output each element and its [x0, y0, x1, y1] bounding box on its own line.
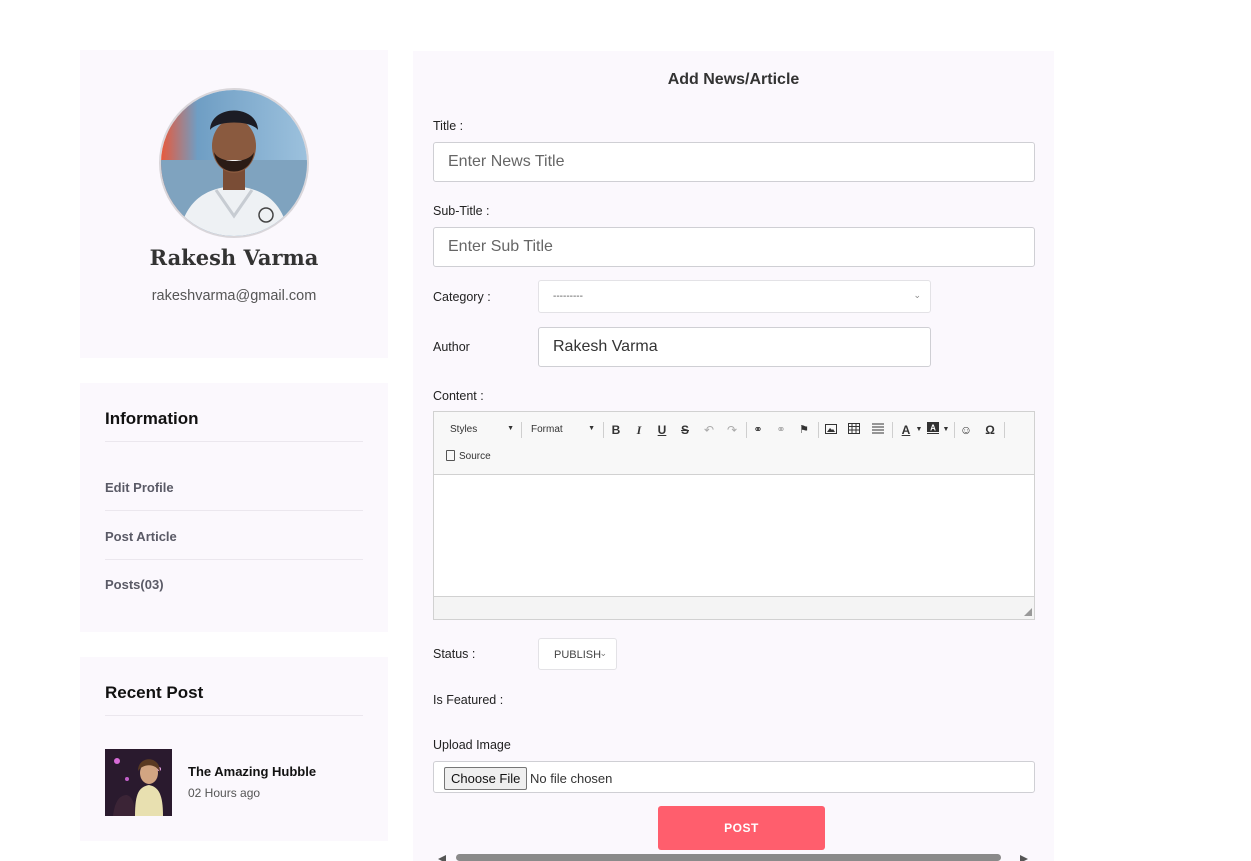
- scroll-left-icon[interactable]: [438, 855, 446, 861]
- avatar: [159, 88, 309, 238]
- category-value: ---------: [553, 291, 583, 302]
- status-select[interactable]: PUBLISH ⌄: [538, 638, 617, 670]
- chevron-down-icon: ⌄: [913, 290, 921, 300]
- scroll-right-icon[interactable]: [1020, 855, 1028, 861]
- source-button[interactable]: Source: [446, 450, 491, 466]
- strikethrough-icon[interactable]: S: [676, 421, 694, 439]
- editor-footer: [434, 596, 1034, 619]
- add-article-form: Add News/Article Title : Sub-Title : Cat…: [413, 51, 1054, 861]
- category-label: Category :: [433, 290, 491, 304]
- undo-icon[interactable]: ↶: [700, 421, 718, 439]
- unlink-icon[interactable]: ⚭: [772, 421, 790, 439]
- post-article-link[interactable]: Post Article: [105, 529, 177, 544]
- image-icon[interactable]: [822, 421, 840, 439]
- profile-email: rakeshvarma@gmail.com: [151, 288, 317, 304]
- anchor-flag-icon[interactable]: ⚑: [795, 421, 813, 439]
- resize-handle-icon[interactable]: [1024, 608, 1032, 616]
- underline-icon[interactable]: U: [653, 421, 671, 439]
- smiley-icon[interactable]: ☺: [957, 421, 975, 439]
- recent-post-heading: Recent Post: [105, 683, 204, 702]
- editor-toolbar: Styles ▼ Format ▼ B I U S ↶ ↷ ⚭ ⚭ ⚑ A ▼ …: [434, 412, 1034, 475]
- toolbar-separator: [892, 422, 893, 438]
- subtitle-input[interactable]: [433, 227, 1035, 267]
- status-label: Status :: [433, 647, 476, 661]
- bold-icon[interactable]: B: [607, 421, 625, 439]
- horizontal-scrollbar[interactable]: [456, 854, 1001, 861]
- dropdown-arrow-icon[interactable]: ▼: [937, 421, 955, 439]
- styles-label: Styles: [450, 424, 478, 435]
- redo-icon[interactable]: ↷: [723, 421, 741, 439]
- author-input[interactable]: Rakesh Varma: [538, 327, 931, 367]
- editor-content-area[interactable]: [434, 475, 1034, 597]
- table-icon[interactable]: [845, 421, 863, 439]
- posts-link[interactable]: Posts(03): [105, 577, 164, 592]
- toolbar-separator: [521, 422, 522, 438]
- information-heading: Information: [105, 409, 199, 428]
- divider: [105, 715, 363, 716]
- page: Rakesh Varma rakeshvarma@gmail.com Infor…: [0, 0, 1251, 861]
- styles-dropdown[interactable]: Styles ▼: [450, 421, 514, 439]
- profile-card: Rakesh Varma rakeshvarma@gmail.com: [80, 50, 388, 358]
- file-status: No file chosen: [530, 771, 613, 786]
- toolbar-separator: [954, 422, 955, 438]
- svg-text:A: A: [930, 424, 936, 433]
- recent-post-title[interactable]: The Amazing Hubble: [188, 764, 316, 779]
- avatar-image: [161, 90, 307, 236]
- title-label: Title :: [433, 119, 464, 133]
- choose-file-button[interactable]: Choose File: [444, 767, 528, 790]
- post-button[interactable]: POST: [658, 806, 825, 850]
- form-title: Add News/Article: [667, 71, 800, 88]
- divider: [105, 441, 363, 442]
- profile-name: Rakesh Varma: [149, 245, 319, 270]
- chevron-down-icon: ⌄: [599, 648, 607, 658]
- source-icon: [446, 450, 455, 461]
- upload-image-input: Choose File No file chosen: [433, 761, 1035, 793]
- subtitle-label: Sub-Title :: [433, 204, 490, 218]
- title-input[interactable]: [433, 142, 1035, 182]
- upload-image-label: Upload Image: [433, 738, 511, 752]
- special-character-icon[interactable]: Ω: [981, 421, 999, 439]
- format-dropdown[interactable]: Format ▼: [531, 421, 595, 439]
- featured-label: Is Featured :: [433, 693, 504, 707]
- dropdown-arrow-icon: ▼: [507, 425, 514, 432]
- toolbar-separator: [1004, 422, 1005, 438]
- status-value: PUBLISH: [554, 649, 602, 661]
- source-label: Source: [459, 451, 491, 462]
- link-icon[interactable]: ⚭: [749, 421, 767, 439]
- edit-profile-link[interactable]: Edit Profile: [105, 480, 174, 495]
- recent-post-time: 02 Hours ago: [188, 786, 261, 800]
- thumbnail-image: [105, 749, 172, 816]
- category-select[interactable]: --------- ⌄: [538, 280, 931, 313]
- information-card: Information Edit Profile Post Article Po…: [80, 383, 388, 632]
- content-label: Content :: [433, 389, 484, 403]
- toolbar-separator: [746, 422, 747, 438]
- rich-text-editor: Styles ▼ Format ▼ B I U S ↶ ↷ ⚭ ⚭ ⚑ A ▼ …: [433, 411, 1035, 620]
- author-label: Author: [433, 340, 470, 354]
- recent-post-thumbnail[interactable]: [105, 749, 172, 816]
- divider: [105, 559, 363, 560]
- recent-post-card: Recent Post The Amazing Hubble 02 Hours …: [80, 657, 388, 841]
- format-label: Format: [531, 424, 563, 435]
- italic-icon[interactable]: I: [630, 421, 648, 439]
- toolbar-separator: [818, 422, 819, 438]
- dropdown-arrow-icon: ▼: [588, 425, 595, 432]
- toolbar-separator: [603, 422, 604, 438]
- horizontal-line-icon[interactable]: [869, 421, 887, 439]
- divider: [105, 510, 363, 511]
